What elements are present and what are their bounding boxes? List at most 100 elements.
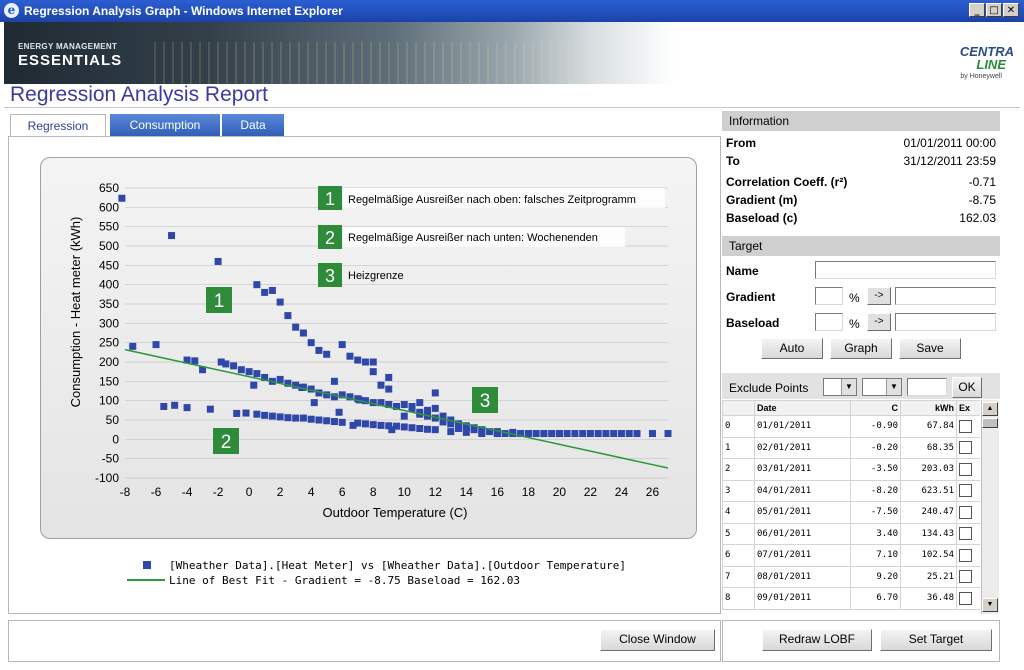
x-tick-label: 2 [277,485,284,499]
scatter-point [261,411,269,419]
exclude-points-table: Date C kWh Ex 0 01/01/2011 -0.90 67.84 1 02/0… [722,400,980,614]
gradient-info-value: -8.75 [968,193,996,207]
scatter-point [408,424,416,432]
scatter-point [361,420,369,428]
row-temp: 9.20 [850,565,901,588]
scatter-point [462,428,470,436]
row-kwh: 203.03 [900,458,957,481]
scatter-point [555,430,563,438]
table-row: 5 06/01/2011 3.40 134.43 [722,522,980,545]
y-tick-label: 0 [112,432,119,446]
scatter-point [315,346,323,354]
scatter-point [470,426,478,434]
scatter-point [648,430,656,438]
row-exclude-cell [956,565,980,588]
to-value: 31/12/2011 23:59 [903,154,996,168]
row-index: 8 [722,587,755,610]
exclude-checkbox[interactable] [959,419,972,433]
col-header-date: Date [754,400,851,416]
scatter-point [129,342,137,350]
baseload-percent-sign: % [849,317,860,331]
graph-button[interactable]: Graph [830,338,892,359]
row-exclude-cell [956,436,980,459]
row-exclude-cell [956,458,980,481]
x-tick-label: 20 [553,485,567,499]
scatter-point [563,430,571,438]
exclude-checkbox[interactable] [959,548,972,562]
scatter-point [416,425,424,433]
table-row: 6 07/01/2011 7.10 102.54 [722,544,980,567]
save-button[interactable]: Save [899,338,961,359]
y-tick-label: 50 [106,413,120,427]
scatter-point [284,312,292,320]
target-baseload-percent-input[interactable] [815,313,843,331]
annotation-badge-2-number: 2 [325,228,335,248]
scroll-thumb[interactable] [982,418,998,428]
target-baseload-value-input[interactable] [895,313,996,331]
scatter-point [617,430,625,438]
y-tick-label: 550 [99,220,119,234]
y-tick-label: 650 [99,181,119,195]
scatter-point [253,281,261,289]
target-name-input[interactable] [815,261,996,279]
scatter-point [361,358,369,366]
target-gradient-label: Gradient [726,290,776,304]
exclude-checkbox[interactable] [959,505,972,519]
row-exclude-cell [956,479,980,502]
scroll-down-icon[interactable]: ▼ [982,598,998,612]
table-scrollbar[interactable]: ▲ ▼ [981,400,999,614]
auto-button[interactable]: Auto [761,338,823,359]
scatter-point [171,401,179,409]
gradient-apply-arrow-button[interactable]: -> [867,287,891,305]
scatter-point [233,409,241,417]
set-target-button[interactable]: Set Target [880,629,992,651]
chevron-down-icon: ▼ [841,379,856,395]
y-tick-label: 350 [99,297,119,311]
exclude-checkbox[interactable] [959,462,972,476]
y-tick-label: 100 [99,394,119,408]
scatter-point [349,421,357,429]
scatter-point [276,413,284,421]
x-tick-label: 26 [646,485,660,499]
row-kwh: 67.84 [900,415,957,438]
scatter-point [323,417,331,425]
exclude-filter-dropdown-1[interactable]: ▼ [823,378,857,396]
exclude-checkbox[interactable] [959,441,972,455]
chevron-down-icon: ▼ [886,379,901,395]
target-gradient-value-input[interactable] [895,287,996,305]
scroll-up-icon[interactable]: ▲ [982,402,998,416]
redraw-lobf-button[interactable]: Redraw LOBF [762,629,872,651]
close-window-button-bottom[interactable]: Close Window [600,629,715,651]
scatter-point [315,416,323,424]
y-axis-label: Consumption - Heat meter (kWh) [68,217,83,408]
table-row: 8 09/01/2011 6.70 36.48 [722,587,980,610]
exclude-checkbox[interactable] [959,527,972,541]
scatter-point [548,430,556,438]
x-tick-label: 12 [429,485,443,499]
scatter-point [385,385,393,393]
x-tick-label: 14 [460,485,474,499]
baseload-info-label: Baseload (c) [726,211,798,225]
col-header-kwh: kWh [900,400,957,416]
exclude-checkbox[interactable] [959,484,972,498]
exclude-filter-dropdown-2[interactable]: ▼ [862,378,902,396]
row-date: 08/01/2011 [754,565,851,588]
scatter-point [292,414,300,422]
target-name-label: Name [726,264,759,278]
exclude-value-input[interactable] [907,378,947,396]
exclude-checkbox[interactable] [959,570,972,584]
exclude-ok-button[interactable]: OK [952,377,982,398]
scatter-point [385,373,393,381]
row-exclude-cell [956,415,980,438]
scatter-point [118,194,126,202]
annotation-badge-1-number: 1 [325,189,335,209]
x-tick-label: 18 [522,485,536,499]
row-kwh: 240.47 [900,501,957,524]
row-date: 04/01/2011 [754,479,851,502]
row-date: 06/01/2011 [754,522,851,545]
scatter-point [431,426,439,434]
target-baseload-label: Baseload [726,316,780,330]
target-gradient-percent-input[interactable] [815,287,843,305]
exclude-checkbox[interactable] [959,591,972,605]
baseload-apply-arrow-button[interactable]: -> [867,313,891,331]
